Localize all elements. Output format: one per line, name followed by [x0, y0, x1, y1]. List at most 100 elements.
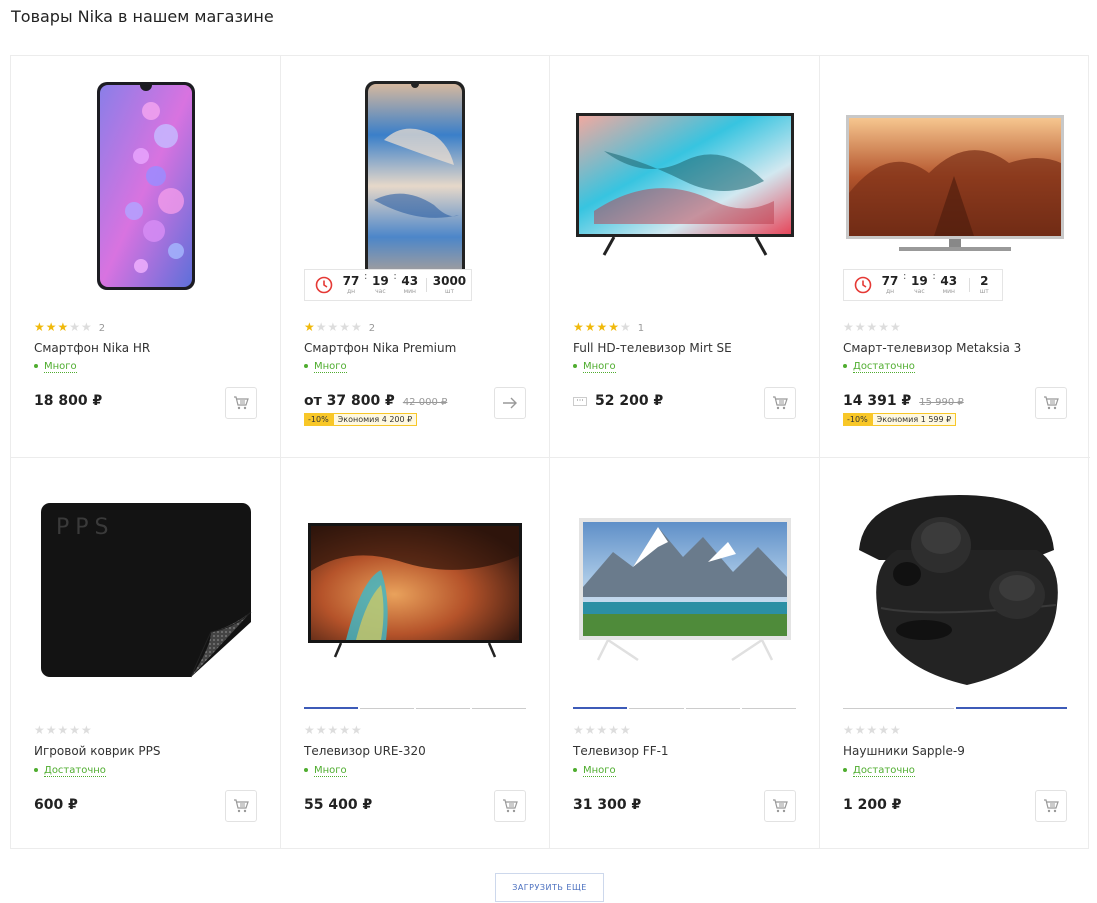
add-to-cart-button[interactable] — [225, 387, 257, 419]
timer-quantity: 3000 — [432, 274, 467, 288]
stock-status: Много — [304, 361, 347, 373]
product-card[interactable]: ★★★★★ Телевизор FF-1 Много 31 300 ₽ — [550, 458, 820, 849]
add-to-cart-button[interactable] — [764, 790, 796, 822]
product-card[interactable]: ★★★★★ Наушники Sapple-9 Достаточно 1 200… — [820, 458, 1090, 849]
add-to-cart-button[interactable] — [225, 790, 257, 822]
saving-badge: Экономия 4 200 ₽ — [332, 413, 418, 426]
product-card[interactable]: ★★★★★ Телевизор URE-320 Много 55 400 ₽ — [281, 458, 550, 849]
rating-stars: ★★★★★ — [34, 723, 93, 737]
product-card[interactable]: PPS ★★★★★ Игровой коврик PPS Достаточно … — [11, 458, 281, 849]
product-name[interactable]: Наушники Sapple-9 — [843, 744, 965, 758]
product-image[interactable] — [570, 76, 799, 296]
timer-minutes: 43 — [940, 274, 958, 288]
product-name[interactable]: Телевизор FF-1 — [573, 744, 669, 758]
price-row: 55 400 ₽ — [304, 797, 372, 813]
rating-stars: ★★★★★ — [304, 723, 363, 737]
stock-dot-icon — [304, 364, 308, 368]
price-row: ··· 52 200 ₽ — [573, 393, 663, 409]
product-name[interactable]: Full HD-телевизор Mirt SE — [573, 341, 732, 355]
timer-days: 77 — [342, 274, 360, 288]
add-to-cart-button[interactable] — [1035, 387, 1067, 419]
price: от 37 800 ₽ — [304, 393, 395, 409]
product-card[interactable]: 77 дн : 19 час : 43 мин 2 шт ★★★★★ Смарт-тел… — [820, 56, 1090, 458]
product-image[interactable]: PPS — [31, 490, 260, 690]
rating-stars: ★★★★★ — [843, 320, 902, 334]
stock-status: Достаточно — [843, 361, 915, 373]
countdown-timer: 77 дн : 19 час : 43 мин 3000 шт — [304, 269, 472, 301]
discount-badge: -10% — [304, 413, 333, 426]
stock-dot-icon — [304, 768, 308, 772]
countdown-timer: 77 дн : 19 час : 43 мин 2 шт — [843, 269, 1003, 301]
gallery-dot[interactable] — [304, 707, 358, 709]
product-name[interactable]: Смарт-телевизор Metaksia 3 — [843, 341, 1021, 355]
gallery-dot[interactable] — [956, 707, 1067, 709]
product-name[interactable]: Смартфон Nika Premium — [304, 341, 456, 355]
image-gallery-indicator[interactable] — [304, 707, 526, 709]
product-image[interactable] — [840, 490, 1070, 690]
gallery-dot[interactable] — [629, 708, 684, 709]
rating-stars: ★★★★★ 2 — [304, 320, 376, 334]
discount-badges: -10% Экономия 1 599 ₽ — [843, 413, 957, 426]
price: 1 200 ₽ — [843, 797, 902, 813]
product-name[interactable]: Смартфон Nika HR — [34, 341, 150, 355]
rating-stars: ★★★★★ 2 — [34, 320, 106, 334]
image-gallery-indicator[interactable] — [843, 707, 1067, 709]
product-grid: ★★★★★2 Смартфон Nika HR Много 18 800 ₽ — [10, 55, 1090, 849]
price: 31 300 ₽ — [573, 797, 642, 813]
gallery-dot[interactable] — [843, 708, 954, 709]
review-count: 1 — [637, 323, 645, 334]
product-name[interactable]: Телевизор URE-320 — [304, 744, 426, 758]
product-card[interactable]: ★★★★★ 1 Full HD-телевизор Mirt SE Много ·… — [550, 56, 820, 458]
image-gallery-indicator[interactable] — [573, 707, 796, 709]
gallery-dot[interactable] — [685, 708, 740, 709]
review-count: 2 — [98, 323, 106, 334]
product-name[interactable]: Игровой коврик PPS — [34, 744, 161, 758]
stock-status: Много — [34, 361, 77, 373]
product-image[interactable] — [840, 76, 1070, 296]
price: 55 400 ₽ — [304, 797, 373, 813]
gallery-dot[interactable] — [472, 708, 526, 709]
price-row: 600 ₽ — [34, 797, 78, 813]
discount-badge: -10% — [843, 413, 872, 426]
stock-dot-icon — [573, 768, 577, 772]
review-count: 2 — [368, 323, 376, 334]
stock-status: Много — [573, 765, 616, 777]
stock-dot-icon — [34, 364, 38, 368]
stock-status: Достаточно — [843, 765, 915, 777]
gallery-dot[interactable] — [416, 708, 470, 709]
view-product-button[interactable] — [494, 387, 526, 419]
stock-dot-icon — [573, 364, 577, 368]
cart-icon — [1044, 396, 1059, 410]
price: 52 200 ₽ — [595, 393, 664, 409]
product-image[interactable] — [570, 490, 799, 690]
cart-icon — [773, 799, 788, 813]
price-row: 1 200 ₽ — [843, 797, 901, 813]
stock-status: Много — [573, 361, 616, 373]
cart-icon — [234, 799, 249, 813]
clock-icon — [315, 276, 333, 294]
product-image[interactable] — [301, 76, 529, 296]
add-to-cart-button[interactable] — [494, 790, 526, 822]
stock-status: Достаточно — [34, 765, 106, 777]
more-options-icon[interactable]: ··· — [573, 396, 587, 406]
price: 14 391 ₽ — [843, 393, 912, 409]
add-to-cart-button[interactable] — [1035, 790, 1067, 822]
product-card[interactable]: 77 дн : 19 час : 43 мин 3000 шт ★★★★★ 2 Смарт… — [281, 56, 550, 458]
add-to-cart-button[interactable] — [764, 387, 796, 419]
arrow-right-icon — [503, 397, 517, 409]
price: 600 ₽ — [34, 797, 78, 813]
price-row: от 37 800 ₽ 42 000 ₽ — [304, 393, 447, 409]
cart-icon — [234, 396, 249, 410]
gallery-dot[interactable] — [360, 708, 414, 709]
product-card[interactable]: ★★★★★ 2 Смартфон Nika HR Много 18 800 ₽ — [11, 56, 281, 458]
gallery-dot[interactable] — [741, 708, 796, 709]
product-image[interactable] — [31, 76, 260, 296]
stock-status: Много — [304, 765, 347, 777]
product-image[interactable] — [301, 490, 529, 690]
gallery-dot[interactable] — [573, 707, 628, 709]
price-row: 18 800 ₽ — [34, 393, 102, 409]
old-price: 42 000 ₽ — [402, 397, 448, 408]
timer-hours: 19 — [911, 274, 928, 288]
load-more-button[interactable]: ЗАГРУЗИТЬ ЕЩЕ — [495, 873, 604, 902]
price-row: 31 300 ₽ — [573, 797, 641, 813]
